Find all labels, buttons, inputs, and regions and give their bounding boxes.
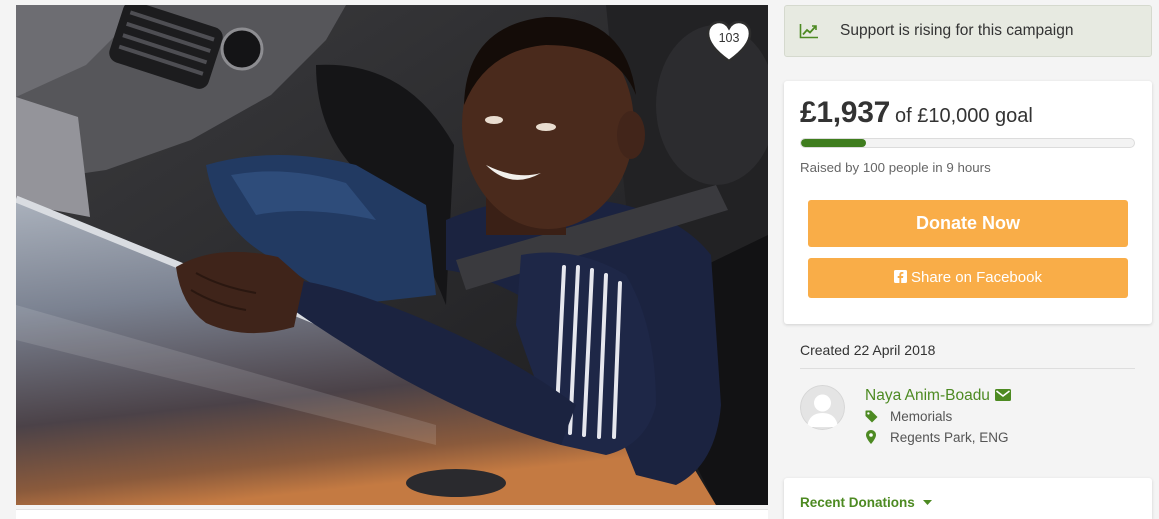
amount-raised: £1,937: [800, 96, 890, 129]
share-facebook-button[interactable]: Share on Facebook: [808, 258, 1128, 298]
story-card: [16, 510, 768, 519]
eye: [536, 123, 556, 131]
banner-text: Support is rising for this campaign: [840, 22, 1074, 39]
progress-bar: [800, 138, 1135, 148]
organizer-name-link[interactable]: Naya Anim-Boadu: [865, 387, 990, 404]
recent-donations-toggle[interactable]: Recent Donations: [800, 494, 932, 512]
donate-button[interactable]: Donate Now: [808, 200, 1128, 247]
raised-summary: Raised by 100 people in 9 hours: [800, 160, 991, 175]
share-button-label: Share on Facebook: [911, 269, 1042, 286]
recent-donations-card: Recent Donations: [784, 478, 1152, 519]
campaign-location: Regents Park, ENG: [865, 429, 1009, 447]
heart-button[interactable]: 103: [705, 19, 753, 64]
heart-count: 103: [718, 31, 740, 45]
progress-fill: [801, 139, 866, 147]
facebook-icon: [894, 270, 908, 283]
campaign-category: Memorials: [865, 408, 952, 426]
donate-button-label: Donate Now: [915, 213, 1020, 233]
goal-text: of £10,000 goal: [894, 105, 1033, 127]
trending-up-icon: [799, 24, 818, 39]
eye: [485, 116, 503, 124]
created-date: Created 22 April 2018: [800, 342, 936, 358]
organizer-row: Naya Anim-Boadu: [865, 386, 1011, 406]
amount-row: £1,937 of £10,000 goal: [800, 95, 1033, 136]
caret-down-icon: [922, 500, 932, 505]
control-knob: [220, 27, 264, 71]
ear: [617, 111, 645, 159]
envelope-icon[interactable]: [994, 389, 1011, 401]
tag-icon: [865, 410, 878, 423]
location-label: Regents Park, ENG: [890, 430, 1009, 445]
momentum-banner: Support is rising for this campaign: [784, 5, 1152, 57]
campaign-photo: 103: [16, 5, 768, 505]
map-marker-icon: [866, 430, 876, 444]
organizer-avatar: [800, 385, 845, 430]
door-handle: [406, 469, 506, 497]
recent-donations-label: Recent Donations: [800, 495, 915, 510]
donation-card: £1,937 of £10,000 goal Raised by 100 peop…: [784, 81, 1152, 324]
user-avatar-icon: [800, 385, 845, 430]
category-label: Memorials: [890, 409, 953, 424]
divider: [800, 368, 1135, 369]
campaign-photo-image: [16, 5, 768, 505]
